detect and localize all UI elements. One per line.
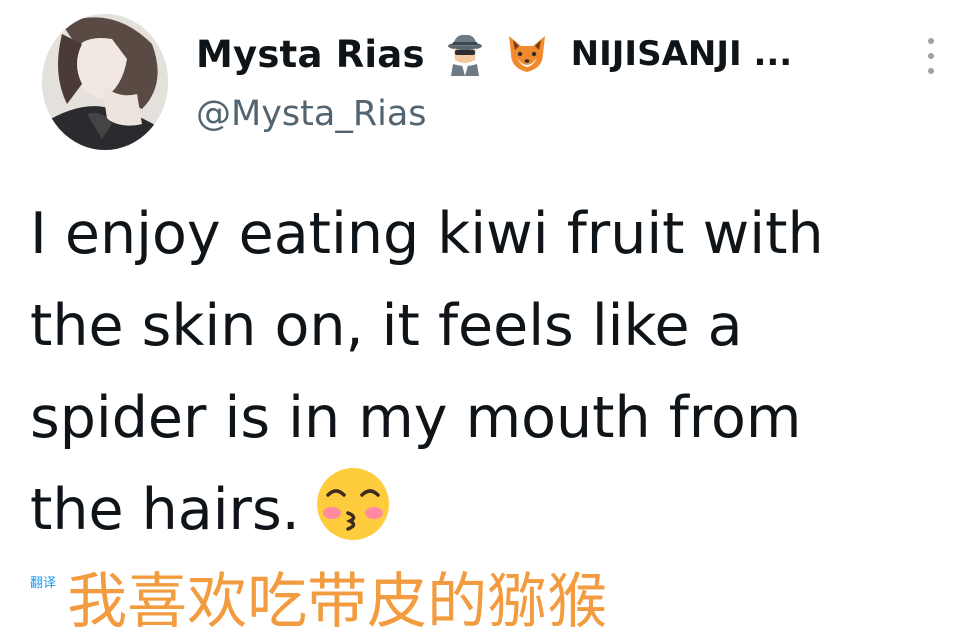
translate-label[interactable]: 翻译 xyxy=(30,576,56,591)
avatar[interactable] xyxy=(42,14,168,150)
fox-icon xyxy=(505,32,549,76)
tweet-line: spider is in my mouth from xyxy=(30,385,802,451)
tweet-line: I enjoy eating kiwi fruit with xyxy=(30,201,824,267)
user-handle[interactable]: @Mysta_Rias xyxy=(196,94,427,134)
more-dot xyxy=(928,68,934,74)
translation-row: 翻译 我喜欢吃带皮的猕猴 xyxy=(30,572,607,632)
kissing-face-icon xyxy=(314,465,392,543)
more-dot xyxy=(928,38,934,44)
display-name[interactable]: Mysta Rias xyxy=(196,33,425,76)
tweet-line: the hairs. xyxy=(30,477,300,543)
tweet-line: the skin on, it feels like a xyxy=(30,293,743,359)
tweet-text: I enjoy eating kiwi fruit with the skin … xyxy=(30,188,970,556)
more-dot xyxy=(928,53,934,59)
tweet-last-line: the hairs. xyxy=(30,464,970,556)
org-name[interactable]: NIJISANJI ... xyxy=(571,34,793,74)
more-options-button[interactable] xyxy=(918,38,944,74)
detective-icon xyxy=(443,32,487,76)
translated-text: 我喜欢吃带皮的猕猴 xyxy=(67,567,608,637)
avatar-image xyxy=(42,14,168,150)
author-name-row[interactable]: Mysta Rias NIJISANJI ... xyxy=(196,26,792,82)
